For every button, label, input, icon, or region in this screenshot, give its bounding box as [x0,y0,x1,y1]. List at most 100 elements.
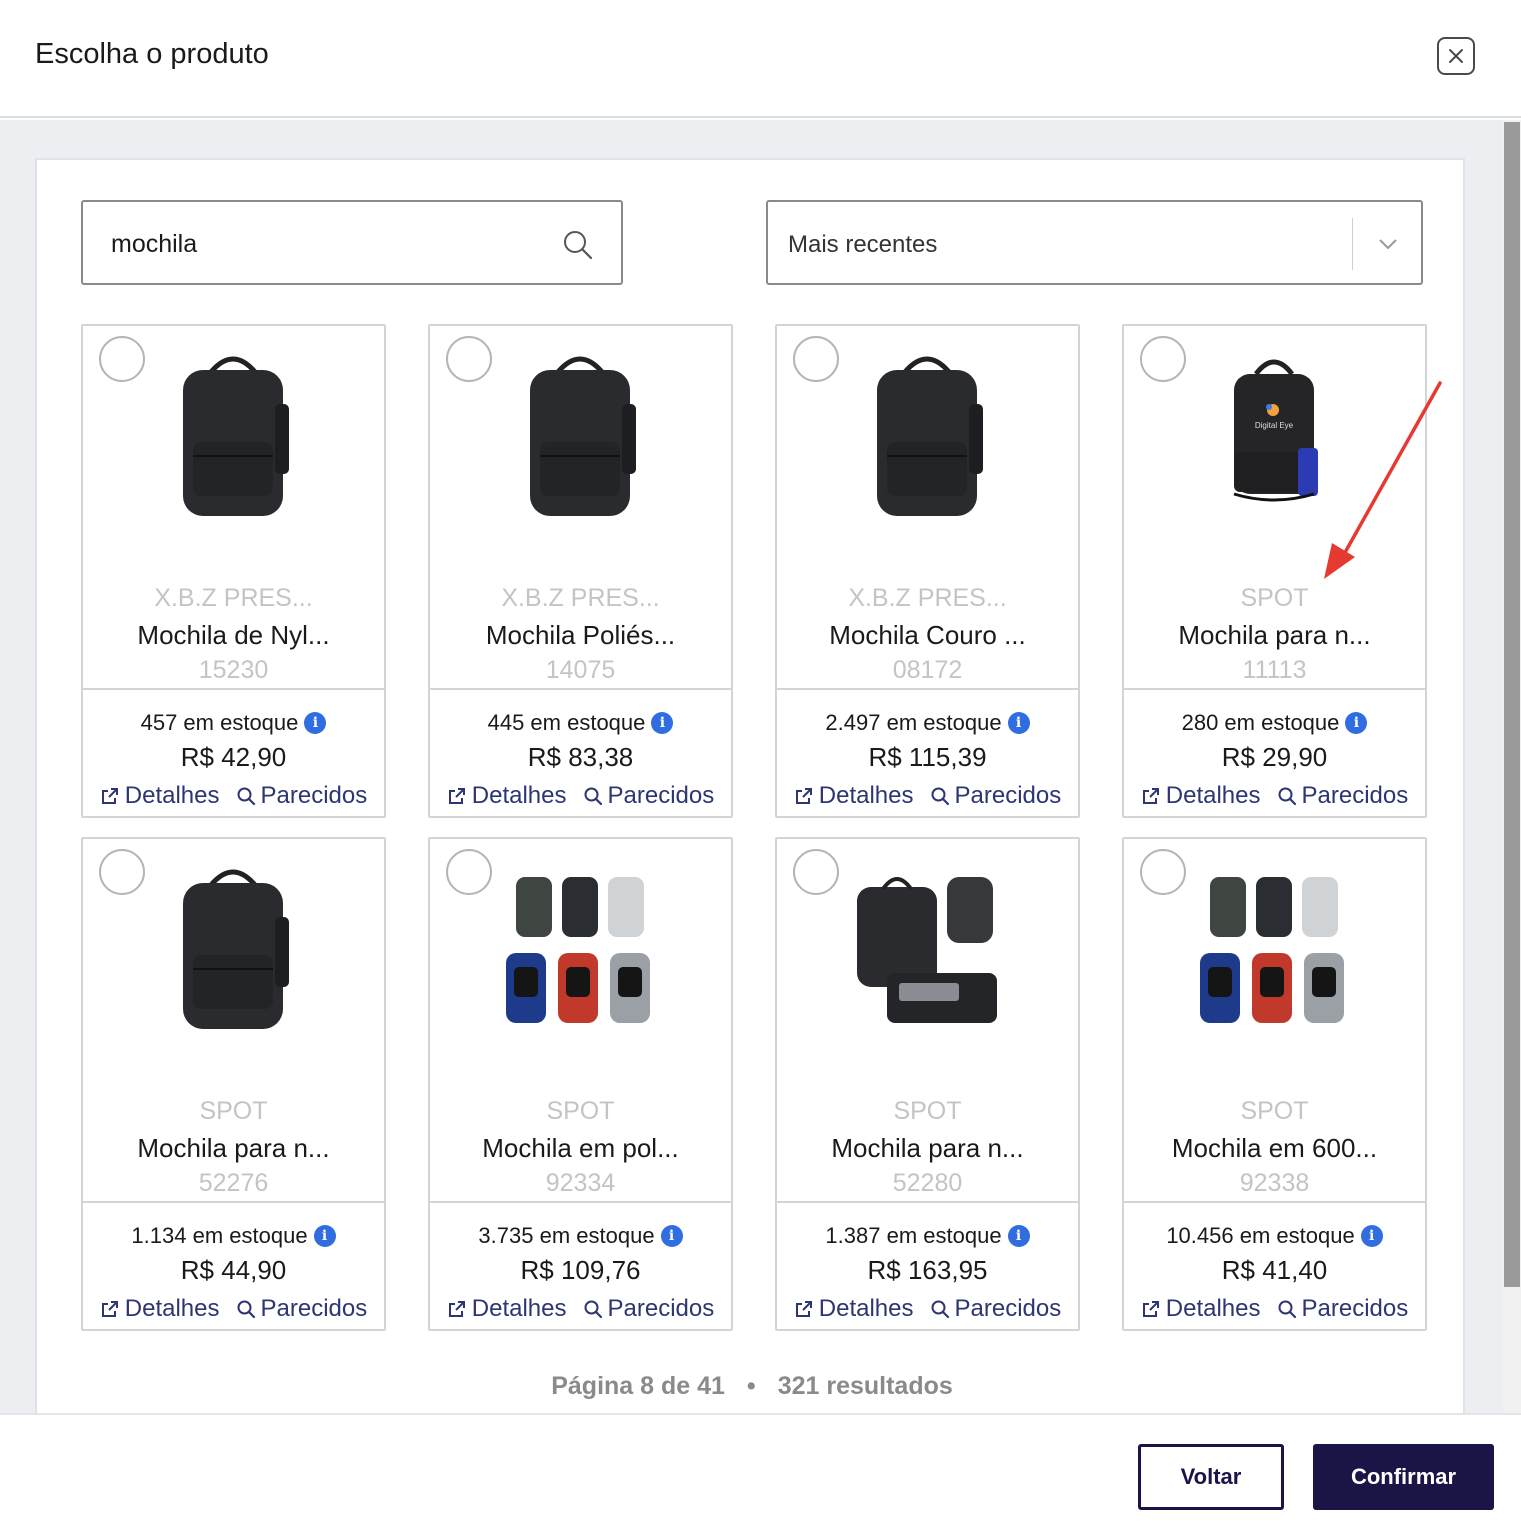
info-icon[interactable]: i [304,712,327,734]
product-select-radio[interactable] [1140,336,1186,382]
product-select-radio[interactable] [793,849,839,895]
info-icon[interactable]: i [651,712,674,734]
similar-link[interactable]: Parecidos [236,1295,367,1323]
product-links: Detalhes Parecidos [430,1295,731,1323]
product-brand: SPOT [546,1097,615,1125]
product-price: R$ 42,90 [180,742,287,772]
search-input[interactable] [111,226,551,262]
product-brand: SPOT [893,1097,962,1125]
product-links: Detalhes Parecidos [777,1295,1078,1323]
product-name: Mochila em pol... [482,1133,679,1163]
product-stock: 1.387 em estoque i [777,1223,1078,1249]
info-icon[interactable]: i [660,1225,683,1247]
details-link[interactable]: Detalhes [100,782,220,810]
product-brand: SPOT [1240,1097,1309,1125]
product-select-radio[interactable] [446,849,492,895]
product-links: Detalhes Parecidos [1124,782,1425,810]
similar-link-label: Parecidos [954,782,1062,809]
product-select-radio[interactable] [793,336,839,382]
details-link[interactable]: Detalhes [1141,1295,1261,1323]
stock-label: 1.387 em estoque [825,1223,1002,1248]
product-select-radio[interactable] [446,336,492,382]
product-price: R$ 29,90 [1221,742,1328,772]
product-code: 08172 [892,656,963,684]
external-link-icon [101,788,118,804]
modal-header: Escolha o produto [0,0,1521,118]
product-select-radio[interactable] [1140,849,1186,895]
product-code: 52280 [892,1169,963,1197]
product-card[interactable]: SPOT Mochila para n... 52276 1.134 em es… [81,837,386,1331]
details-link-label: Detalhes [471,1295,567,1322]
product-card[interactable]: X.B.Z PRES... Mochila Couro ... 08172 2.… [775,324,1080,818]
product-price: R$ 163,95 [867,1255,988,1285]
search-icon [584,787,602,806]
similar-link[interactable]: Parecidos [236,782,367,810]
product-image [153,857,313,1047]
product-card[interactable]: X.B.Z PRES... Mochila de Nyl... 15230 45… [81,324,386,818]
external-link-icon [448,1301,465,1317]
close-button[interactable] [1437,37,1475,75]
details-link-label: Detalhes [818,782,914,809]
similar-link[interactable]: Parecidos [1277,1295,1408,1323]
search-icon[interactable] [561,228,595,262]
product-card[interactable]: SPOT Mochila para n... 52280 1.387 em es… [775,837,1080,1331]
similar-link-label: Parecidos [954,1295,1062,1322]
info-icon[interactable]: i [1345,712,1368,734]
stock-label: 2.497 em estoque [825,710,1002,735]
similar-link[interactable]: Parecidos [1277,782,1409,810]
back-button[interactable]: Voltar [1138,1444,1284,1510]
product-image [847,857,1007,1047]
external-link-icon [795,788,812,804]
product-links: Detalhes Parecidos [83,1295,384,1323]
product-image [847,344,1007,534]
product-select-radio[interactable] [99,849,145,895]
product-brand: X.B.Z PRES... [501,584,660,612]
details-link[interactable]: Detalhes [447,782,567,810]
stock-label: 280 em estoque [1181,710,1340,735]
similar-link[interactable]: Parecidos [930,1295,1062,1323]
details-link[interactable]: Detalhes [100,1295,220,1323]
search-icon [584,1300,602,1319]
product-select-radio[interactable] [99,336,145,382]
sort-select[interactable]: Mais recentes [766,200,1423,285]
product-card[interactable]: Digital Eye SPOT Mochila para n... 11113… [1122,324,1427,818]
details-link[interactable]: Detalhes [1141,782,1261,810]
product-price: R$ 115,39 [868,742,987,772]
product-card[interactable]: X.B.Z PRES... Mochila Poliés... 14075 44… [428,324,733,818]
scrollbar-thumb[interactable] [1504,122,1520,1287]
product-card[interactable]: SPOT Mochila em pol... 92334 3.735 em es… [428,837,733,1331]
details-link[interactable]: Detalhes [794,1295,914,1323]
product-stock: 1.134 em estoque i [83,1223,384,1249]
product-stock: 280 em estoque i [1124,710,1425,736]
stock-label: 1.134 em estoque [131,1223,308,1248]
details-link-label: Detalhes [1165,1295,1261,1322]
product-brand: SPOT [199,1097,268,1125]
chevron-down-icon[interactable] [1374,230,1402,258]
product-code: 11113 [1242,656,1307,684]
info-icon[interactable]: i [1007,1225,1030,1247]
product-stock: 445 em estoque i [430,710,731,736]
details-link[interactable]: Detalhes [447,1295,567,1323]
details-link-label: Detalhes [124,782,220,809]
info-icon[interactable]: i [1360,1225,1383,1247]
details-link[interactable]: Detalhes [794,782,914,810]
info-icon[interactable]: i [313,1225,336,1247]
similar-link[interactable]: Parecidos [583,782,714,810]
product-card-top: SPOT Mochila para n... 52276 [83,839,384,1203]
similar-link[interactable]: Parecidos [930,782,1062,810]
product-picker-modal: Escolha o produto Mais recentes [0,0,1521,1536]
product-image [500,857,660,1047]
sort-value: Mais recentes [788,231,938,258]
product-card-top: X.B.Z PRES... Mochila Poliés... 14075 [430,326,731,690]
search-box[interactable] [81,200,623,285]
similar-link[interactable]: Parecidos [583,1295,714,1323]
product-name: Mochila Poliés... [485,620,676,650]
product-card[interactable]: SPOT Mochila em 600... 92338 10.456 em e… [1122,837,1427,1331]
product-name: Mochila em 600... [1171,1133,1378,1163]
stock-label: 10.456 em estoque [1166,1223,1355,1248]
similar-link-label: Parecidos [1301,782,1409,809]
product-links: Detalhes Parecidos [1124,1295,1425,1323]
external-link-icon [101,1301,118,1317]
confirm-button[interactable]: Confirmar [1313,1444,1494,1510]
info-icon[interactable]: i [1007,712,1030,734]
